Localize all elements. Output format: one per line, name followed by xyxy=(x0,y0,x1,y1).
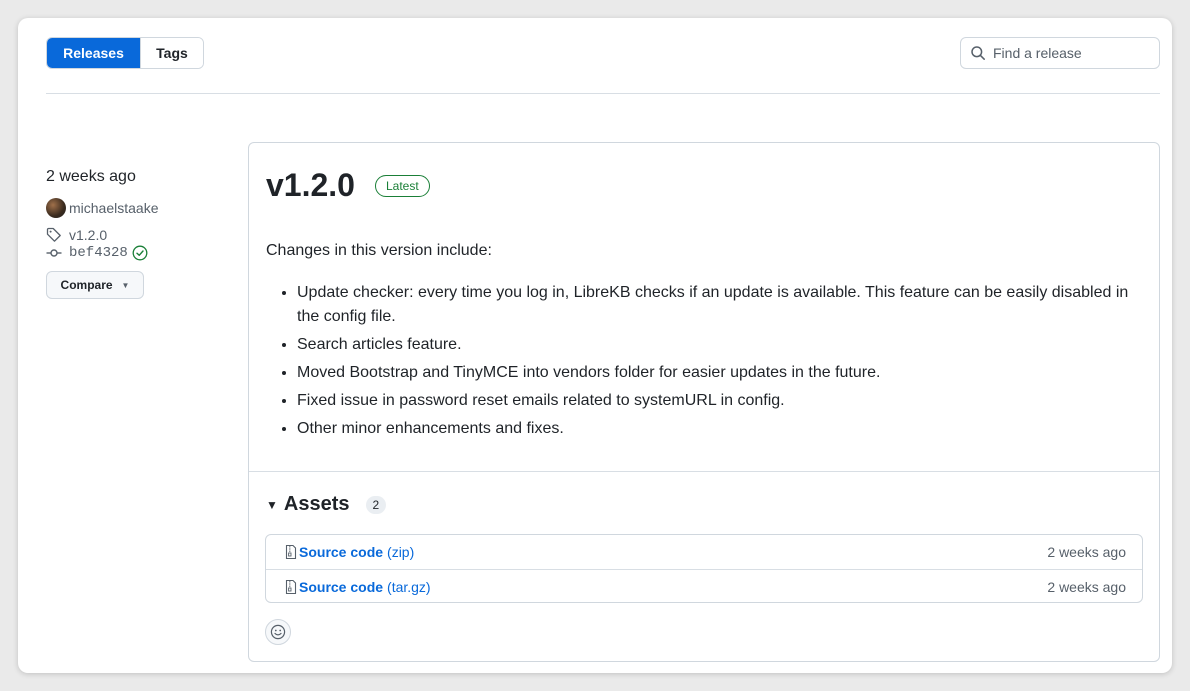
triangle-down-icon: ▼ xyxy=(266,497,278,512)
avatar xyxy=(46,198,66,218)
release-header: v1.2.0 Latest xyxy=(266,167,430,204)
compare-button[interactable]: Compare ▼ xyxy=(46,271,144,299)
assets-toggle[interactable]: ▼ Assets 2 xyxy=(266,493,387,516)
assets-count-badge: 2 xyxy=(365,495,387,514)
release-intro: Changes in this version include: xyxy=(266,242,492,259)
search-input[interactable] xyxy=(993,45,1153,61)
changes-list: Update checker: every time you log in, L… xyxy=(297,281,1147,445)
header-divider xyxy=(46,93,1160,94)
search-icon xyxy=(971,46,985,60)
list-item: Search articles feature. xyxy=(297,333,1147,357)
release-sidebar: 2 weeks ago michaelstaake v1.2.0 bef4328 xyxy=(46,168,236,299)
zip-file-icon xyxy=(285,579,297,594)
asset-link[interactable]: Source code xyxy=(299,579,383,595)
release-card: v1.2.0 Latest Changes in this version in… xyxy=(248,142,1160,662)
asset-date: 2 weeks ago xyxy=(1047,578,1126,595)
list-item: Other minor enhancements and fixes. xyxy=(297,417,1147,441)
assets-divider xyxy=(249,471,1159,472)
release-date: 2 weeks ago xyxy=(46,168,136,185)
commit-icon xyxy=(46,249,62,257)
tag-link[interactable]: v1.2.0 xyxy=(46,227,236,243)
list-item: Fixed issue in password reset emails rel… xyxy=(297,389,1147,413)
releases-tags-toggle: Releases Tags xyxy=(46,37,204,69)
author-name: michaelstaake xyxy=(69,200,159,216)
search-box[interactable] xyxy=(960,37,1160,69)
tab-tags[interactable]: Tags xyxy=(140,38,203,68)
list-item: Moved Bootstrap and TinyMCE into vendors… xyxy=(297,361,1147,385)
asset-ext[interactable]: (zip) xyxy=(387,544,414,560)
asset-ext[interactable]: (tar.gz) xyxy=(387,579,431,595)
tab-releases[interactable]: Releases xyxy=(47,38,140,68)
assets-title: Assets xyxy=(283,493,350,515)
asset-list: Source code (zip) 2 weeks ago Source cod… xyxy=(265,534,1143,603)
commit-link[interactable]: bef4328 xyxy=(46,245,236,261)
tag-name: v1.2.0 xyxy=(69,227,108,243)
latest-badge: Latest xyxy=(374,174,430,197)
author-link[interactable]: michaelstaake xyxy=(46,198,236,218)
release-title[interactable]: v1.2.0 xyxy=(266,167,355,204)
compare-label: Compare xyxy=(60,278,113,292)
asset-row[interactable]: Source code (tar.gz) 2 weeks ago xyxy=(266,569,1142,603)
list-item: Update checker: every time you log in, L… xyxy=(297,281,1147,329)
asset-link[interactable]: Source code xyxy=(299,544,383,560)
smiley-icon xyxy=(270,624,286,640)
tag-icon xyxy=(46,227,61,242)
commit-sha: bef4328 xyxy=(69,245,128,261)
chevron-down-icon: ▼ xyxy=(121,280,130,290)
releases-window: Releases Tags 2 weeks ago michaelstaake … xyxy=(18,18,1172,673)
asset-date: 2 weeks ago xyxy=(1047,544,1126,560)
zip-file-icon xyxy=(285,544,297,560)
check-circle-icon xyxy=(132,245,148,261)
add-reaction-button[interactable] xyxy=(265,619,291,645)
asset-row[interactable]: Source code (zip) 2 weeks ago xyxy=(266,535,1142,569)
